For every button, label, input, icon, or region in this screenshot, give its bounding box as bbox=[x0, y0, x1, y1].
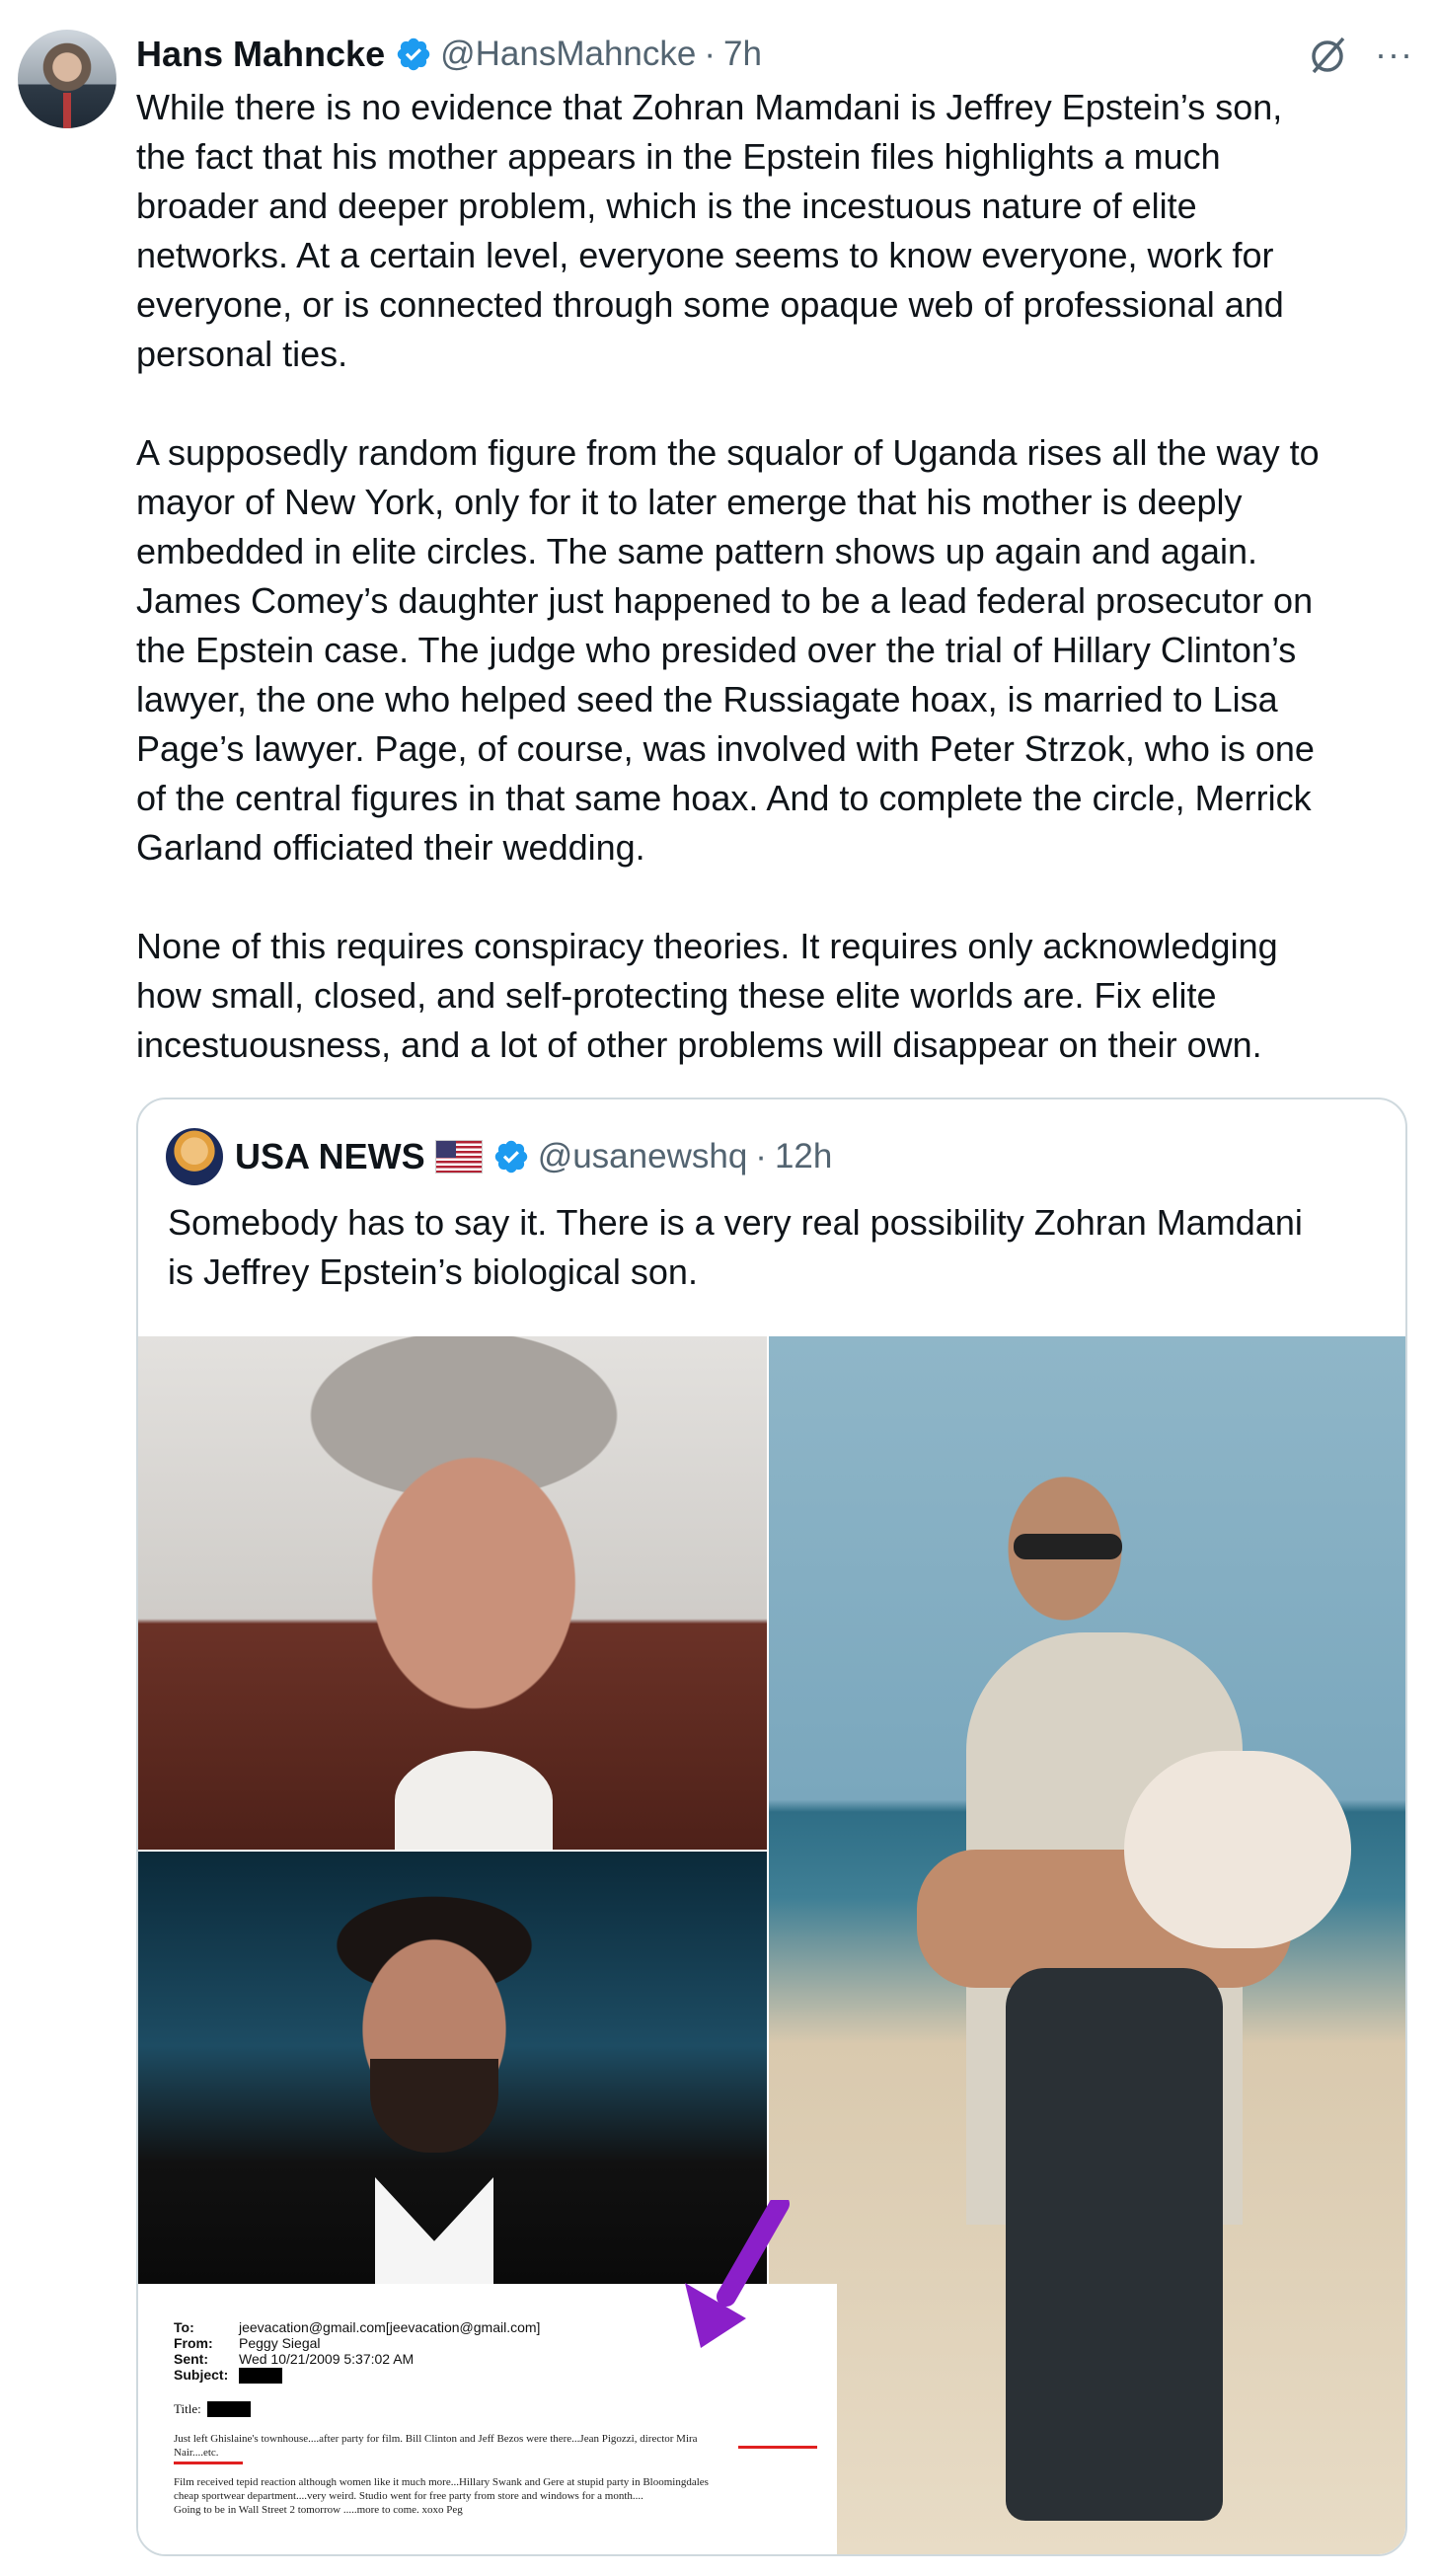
doc-to-value: jeevacation@gmail.com[jeevacation@gmail.… bbox=[239, 2319, 541, 2335]
doc-to-key: To: bbox=[174, 2319, 194, 2335]
epstein-portrait-image bbox=[138, 1336, 767, 1850]
quoted-handle[interactable]: @usanewshq bbox=[538, 1137, 748, 1176]
beach-photo-image bbox=[769, 1336, 1405, 2554]
author-name[interactable]: Hans Mahncke bbox=[136, 34, 385, 75]
avatar[interactable] bbox=[18, 30, 116, 128]
quoted-verified-badge-icon bbox=[492, 1138, 530, 1175]
doc-line-4: cheap sportwear department....very weird… bbox=[174, 2490, 643, 2502]
quoted-post-text: Somebody has to say it. There is a very … bbox=[168, 1202, 1303, 1292]
media-collage[interactable]: To: jeevacation@gmail.com[jeevacation@gma… bbox=[138, 1336, 1405, 2554]
grok-icon[interactable] bbox=[1306, 33, 1349, 76]
post-paragraph-3: None of this requires conspiracy theorie… bbox=[136, 926, 1278, 1065]
doc-sent-value: Wed 10/21/2009 5:37:02 AM bbox=[239, 2351, 415, 2367]
doc-subject-key: Subject: bbox=[174, 2367, 229, 2383]
post-body: While there is no evidence that Zohran M… bbox=[136, 83, 1409, 1070]
doc-from-value: Peggy Siegal bbox=[239, 2335, 321, 2351]
redaction-bar bbox=[206, 2401, 251, 2418]
separator-dot: · bbox=[704, 35, 717, 73]
us-flag-icon bbox=[434, 1140, 483, 1174]
author-handle[interactable]: @HansMahncke bbox=[440, 35, 696, 74]
doc-line-3: Film received tepid reaction although wo… bbox=[174, 2476, 709, 2488]
quoted-separator-dot: · bbox=[755, 1137, 767, 1175]
post-header: Hans Mahncke @HansMahncke · 7h ··· bbox=[136, 30, 1413, 79]
timestamp[interactable]: 7h bbox=[723, 35, 762, 74]
doc-line-5: Going to be in Wall Street 2 tomorrow ..… bbox=[174, 2504, 463, 2516]
quoted-post-header: USA NEWS @usanewshq · 12h bbox=[166, 1128, 832, 1185]
post-paragraph-1: While there is no evidence that Zohran M… bbox=[136, 87, 1284, 374]
quoted-avatar[interactable] bbox=[166, 1128, 223, 1185]
underline-highlight bbox=[738, 2446, 817, 2449]
quoted-post[interactable]: USA NEWS @usanewshq · 12h Somebody has t… bbox=[136, 1098, 1407, 2556]
verified-badge-icon bbox=[395, 36, 432, 73]
doc-sent-key: Sent: bbox=[174, 2351, 208, 2367]
quoted-timestamp[interactable]: 12h bbox=[775, 1137, 832, 1176]
doc-from-key: From: bbox=[174, 2335, 213, 2351]
doc-title-key: Title: bbox=[174, 2401, 201, 2416]
purple-arrow-icon bbox=[685, 2200, 790, 2348]
post-paragraph-2: A supposedly random figure from the squa… bbox=[136, 432, 1320, 868]
more-options-icon[interactable]: ··· bbox=[1375, 34, 1413, 75]
underline-highlight bbox=[174, 2462, 243, 2464]
quoted-author-name[interactable]: USA NEWS bbox=[235, 1136, 425, 1177]
redaction-bar bbox=[239, 2368, 282, 2385]
doc-line-1: Just left Ghislaine's townhouse....after… bbox=[174, 2433, 698, 2445]
doc-line-2: Nair....etc. bbox=[174, 2447, 219, 2459]
